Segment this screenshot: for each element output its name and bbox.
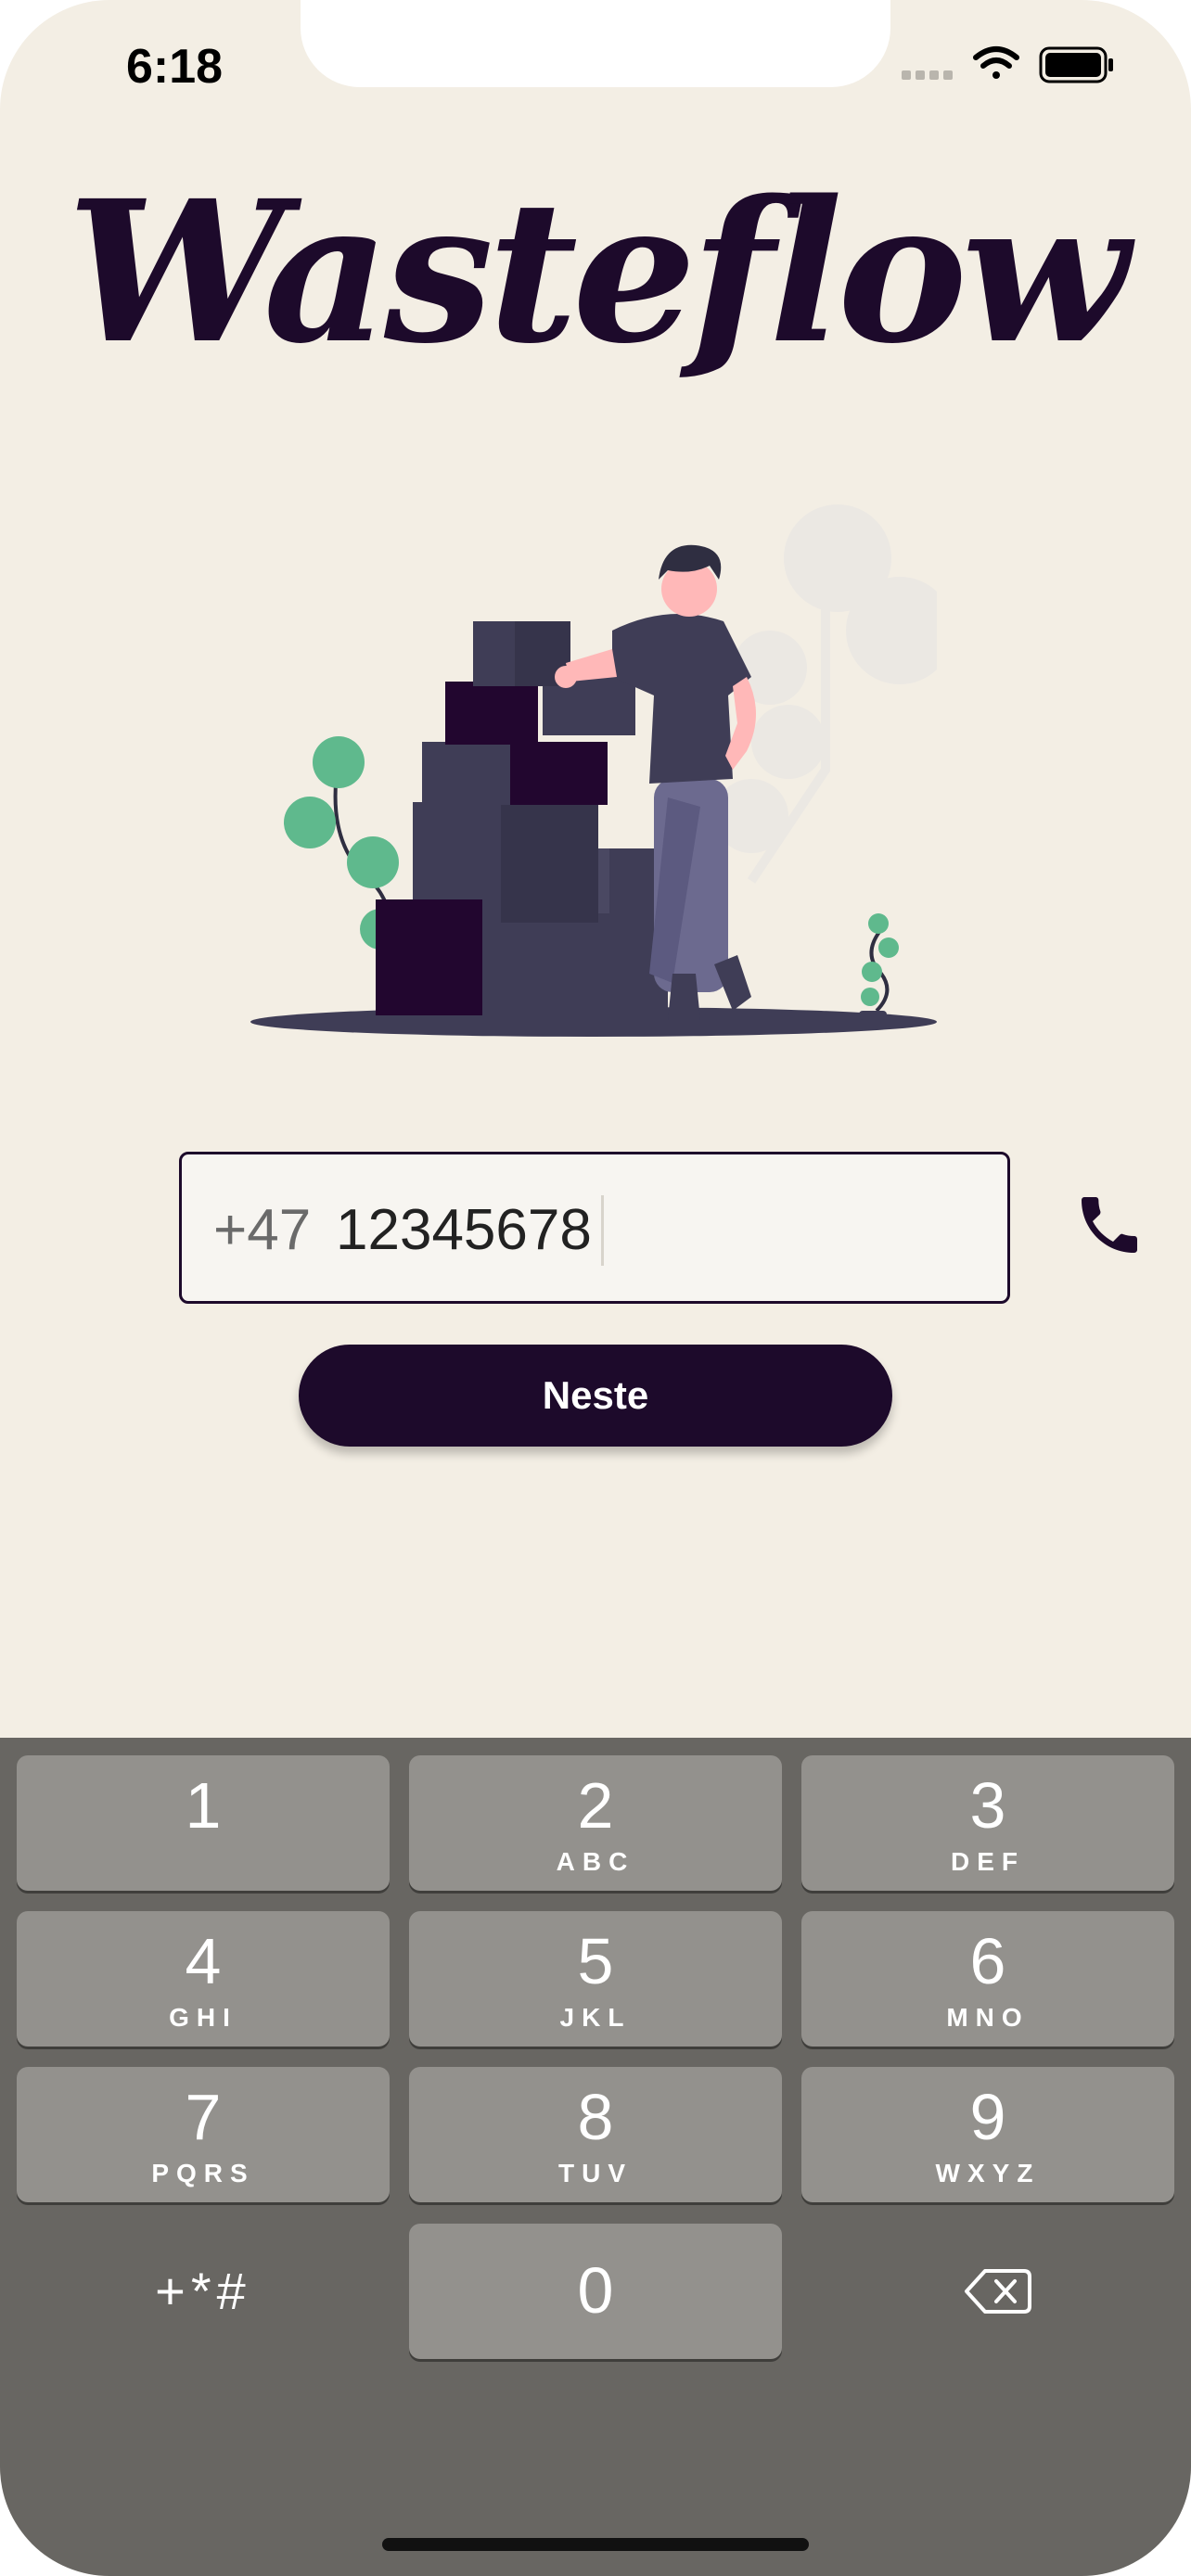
text-caret — [601, 1195, 604, 1266]
wifi-icon — [973, 46, 1019, 79]
key-letters: MNO — [946, 2003, 1030, 2032]
status-time: 6:18 — [126, 40, 224, 94]
key-9[interactable]: 9 WXYZ — [801, 2067, 1174, 2202]
key-4[interactable]: 4 GHI — [17, 1911, 390, 2047]
key-2[interactable]: 2 ABC — [409, 1755, 782, 1891]
key-7[interactable]: 7 PQRS — [17, 2067, 390, 2202]
cellular-signal-icon — [902, 70, 953, 80]
symbols-key[interactable]: +*# — [17, 2224, 390, 2359]
phone-call-icon — [1082, 1197, 1137, 1253]
delete-key[interactable] — [801, 2224, 1174, 2359]
key-digit: 7 — [185, 2081, 222, 2153]
key-letters: PQRS — [151, 2159, 255, 2187]
key-digit: 1 — [185, 1769, 222, 1842]
key-digit: 8 — [577, 2081, 614, 2153]
key-1[interactable]: 1 — [17, 1755, 390, 1891]
key-digit: 5 — [577, 1925, 614, 1997]
key-5[interactable]: 5 JKL — [409, 1911, 782, 2047]
app-screen: 6:18 Wasteflow +47 12345678 Neste 1 2 AB… — [0, 0, 1191, 2576]
backspace-icon — [965, 2269, 1031, 2314]
key-digit: 2 — [577, 1769, 614, 1842]
key-0[interactable]: 0 — [409, 2224, 782, 2359]
key-3[interactable]: 3 DEF — [801, 1755, 1174, 1891]
next-button[interactable]: Neste — [299, 1345, 892, 1447]
key-6[interactable]: 6 MNO — [801, 1911, 1174, 2047]
key-digit: 3 — [969, 1769, 1006, 1842]
phone-number-value: 12345678 — [336, 1198, 592, 1262]
key-letters: TUV — [558, 2159, 633, 2187]
home-indicator[interactable] — [382, 2538, 809, 2551]
key-letters: ABC — [556, 1847, 635, 1876]
key-8[interactable]: 8 TUV — [409, 2067, 782, 2202]
phone-number-input[interactable]: +47 12345678 — [179, 1152, 1137, 1304]
key-letters: JKL — [559, 2003, 632, 2032]
key-letters: DEF — [951, 1847, 1025, 1876]
key-digit: 0 — [577, 2254, 614, 2327]
key-digit: 4 — [185, 1925, 222, 1997]
country-code: +47 — [213, 1198, 312, 1262]
battery-icon — [1039, 46, 1113, 83]
key-digit: 9 — [969, 2081, 1006, 2153]
device-notch — [301, 0, 890, 87]
key-letters: GHI — [169, 2003, 237, 2032]
key-letters: WXYZ — [935, 2159, 1041, 2187]
right-plant — [859, 913, 899, 1020]
status-icons — [902, 46, 1113, 83]
key-digit: 6 — [969, 1925, 1006, 1997]
warehouse-illustration — [250, 504, 937, 1037]
app-logo: Wasteflow — [67, 158, 1129, 387]
